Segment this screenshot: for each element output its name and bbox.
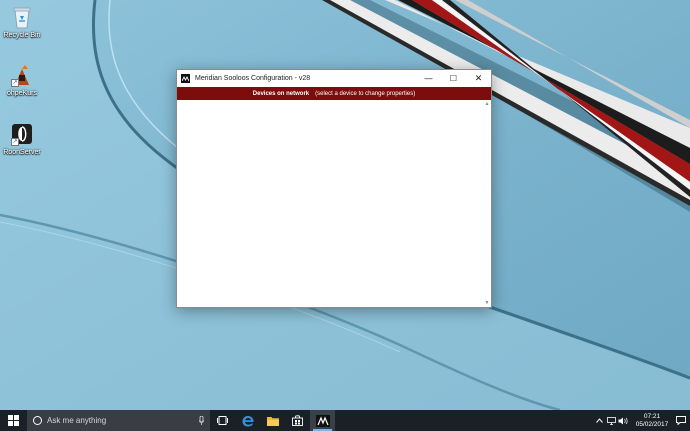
cortana-icon (33, 416, 42, 425)
folder-icon (266, 416, 279, 426)
maximize-button[interactable]: ☐ (441, 70, 466, 87)
scroll-down-button[interactable]: ▼ (483, 299, 491, 307)
banner-heading: Devices on network (252, 90, 310, 97)
network-icon[interactable] (605, 410, 617, 431)
desktop-icon-label: RoonServer (3, 149, 41, 156)
desktop-icon-roonserver[interactable]: ↗ RoonServer (0, 121, 44, 156)
clock-date: 05/02/2017 (635, 420, 669, 428)
vertical-scrollbar[interactable]: ▲ ▼ (483, 100, 491, 307)
sooloos-taskbar-button[interactable] (310, 410, 335, 431)
windows-logo-icon (8, 415, 19, 426)
devices-banner: Devices on network (select a device to c… (177, 87, 491, 100)
notification-icon (676, 416, 686, 425)
volume-icon[interactable] (617, 410, 629, 431)
cortana-search-box[interactable]: Ask me anything (27, 410, 210, 431)
desktop-icon-recycle-bin[interactable]: Recycle Bin (0, 4, 44, 39)
scroll-up-button[interactable]: ▲ (483, 100, 491, 108)
clock-time: 07:21 (643, 412, 661, 420)
close-button[interactable]: ✕ (466, 70, 491, 87)
task-view-icon (217, 416, 228, 425)
minimize-button[interactable]: — (416, 70, 441, 87)
roon-server-icon: ↗ (9, 121, 35, 147)
banner-hint: (select a device to change properties) (315, 90, 416, 97)
edge-icon (242, 415, 254, 426)
sooloos-config-window[interactable]: Meridian Sooloos Configuration - v28 — ☐… (176, 69, 492, 308)
taskbar-clock[interactable]: 07:21 05/02/2017 (632, 413, 672, 429)
shortcut-arrow-icon: ↗ (11, 79, 19, 87)
store-button[interactable] (285, 410, 310, 431)
action-center-button[interactable] (672, 410, 690, 431)
meridian-app-icon (181, 74, 190, 83)
recycle-bin-icon (9, 4, 35, 30)
start-button[interactable] (0, 410, 27, 431)
desktop-icon-label: ohpeKurs (7, 90, 37, 97)
task-view-button[interactable] (210, 410, 235, 431)
store-icon (292, 415, 303, 426)
microphone-icon[interactable] (199, 416, 204, 425)
meridian-app-icon (315, 414, 330, 427)
edge-button[interactable] (235, 410, 260, 431)
shortcut-arrow-icon: ↗ (11, 138, 19, 146)
show-hidden-icons-icon[interactable] (593, 410, 605, 431)
search-placeholder: Ask me anything (47, 416, 107, 425)
window-title: Meridian Sooloos Configuration - v28 (195, 75, 311, 82)
desktop-icon-ohpekurs[interactable]: ↗ ohpeKurs (0, 62, 44, 97)
file-explorer-button[interactable] (260, 410, 285, 431)
window-titlebar[interactable]: Meridian Sooloos Configuration - v28 — ☐… (177, 70, 491, 87)
system-tray: 07:21 05/02/2017 (593, 410, 690, 431)
device-list[interactable]: ▲ ▼ (177, 100, 491, 307)
taskbar: Ask me anything 07:21 05/02/2017 (0, 410, 690, 431)
desktop-icon-label: Recycle Bin (3, 32, 41, 39)
app-shortcut-icon: ↗ (9, 62, 35, 88)
